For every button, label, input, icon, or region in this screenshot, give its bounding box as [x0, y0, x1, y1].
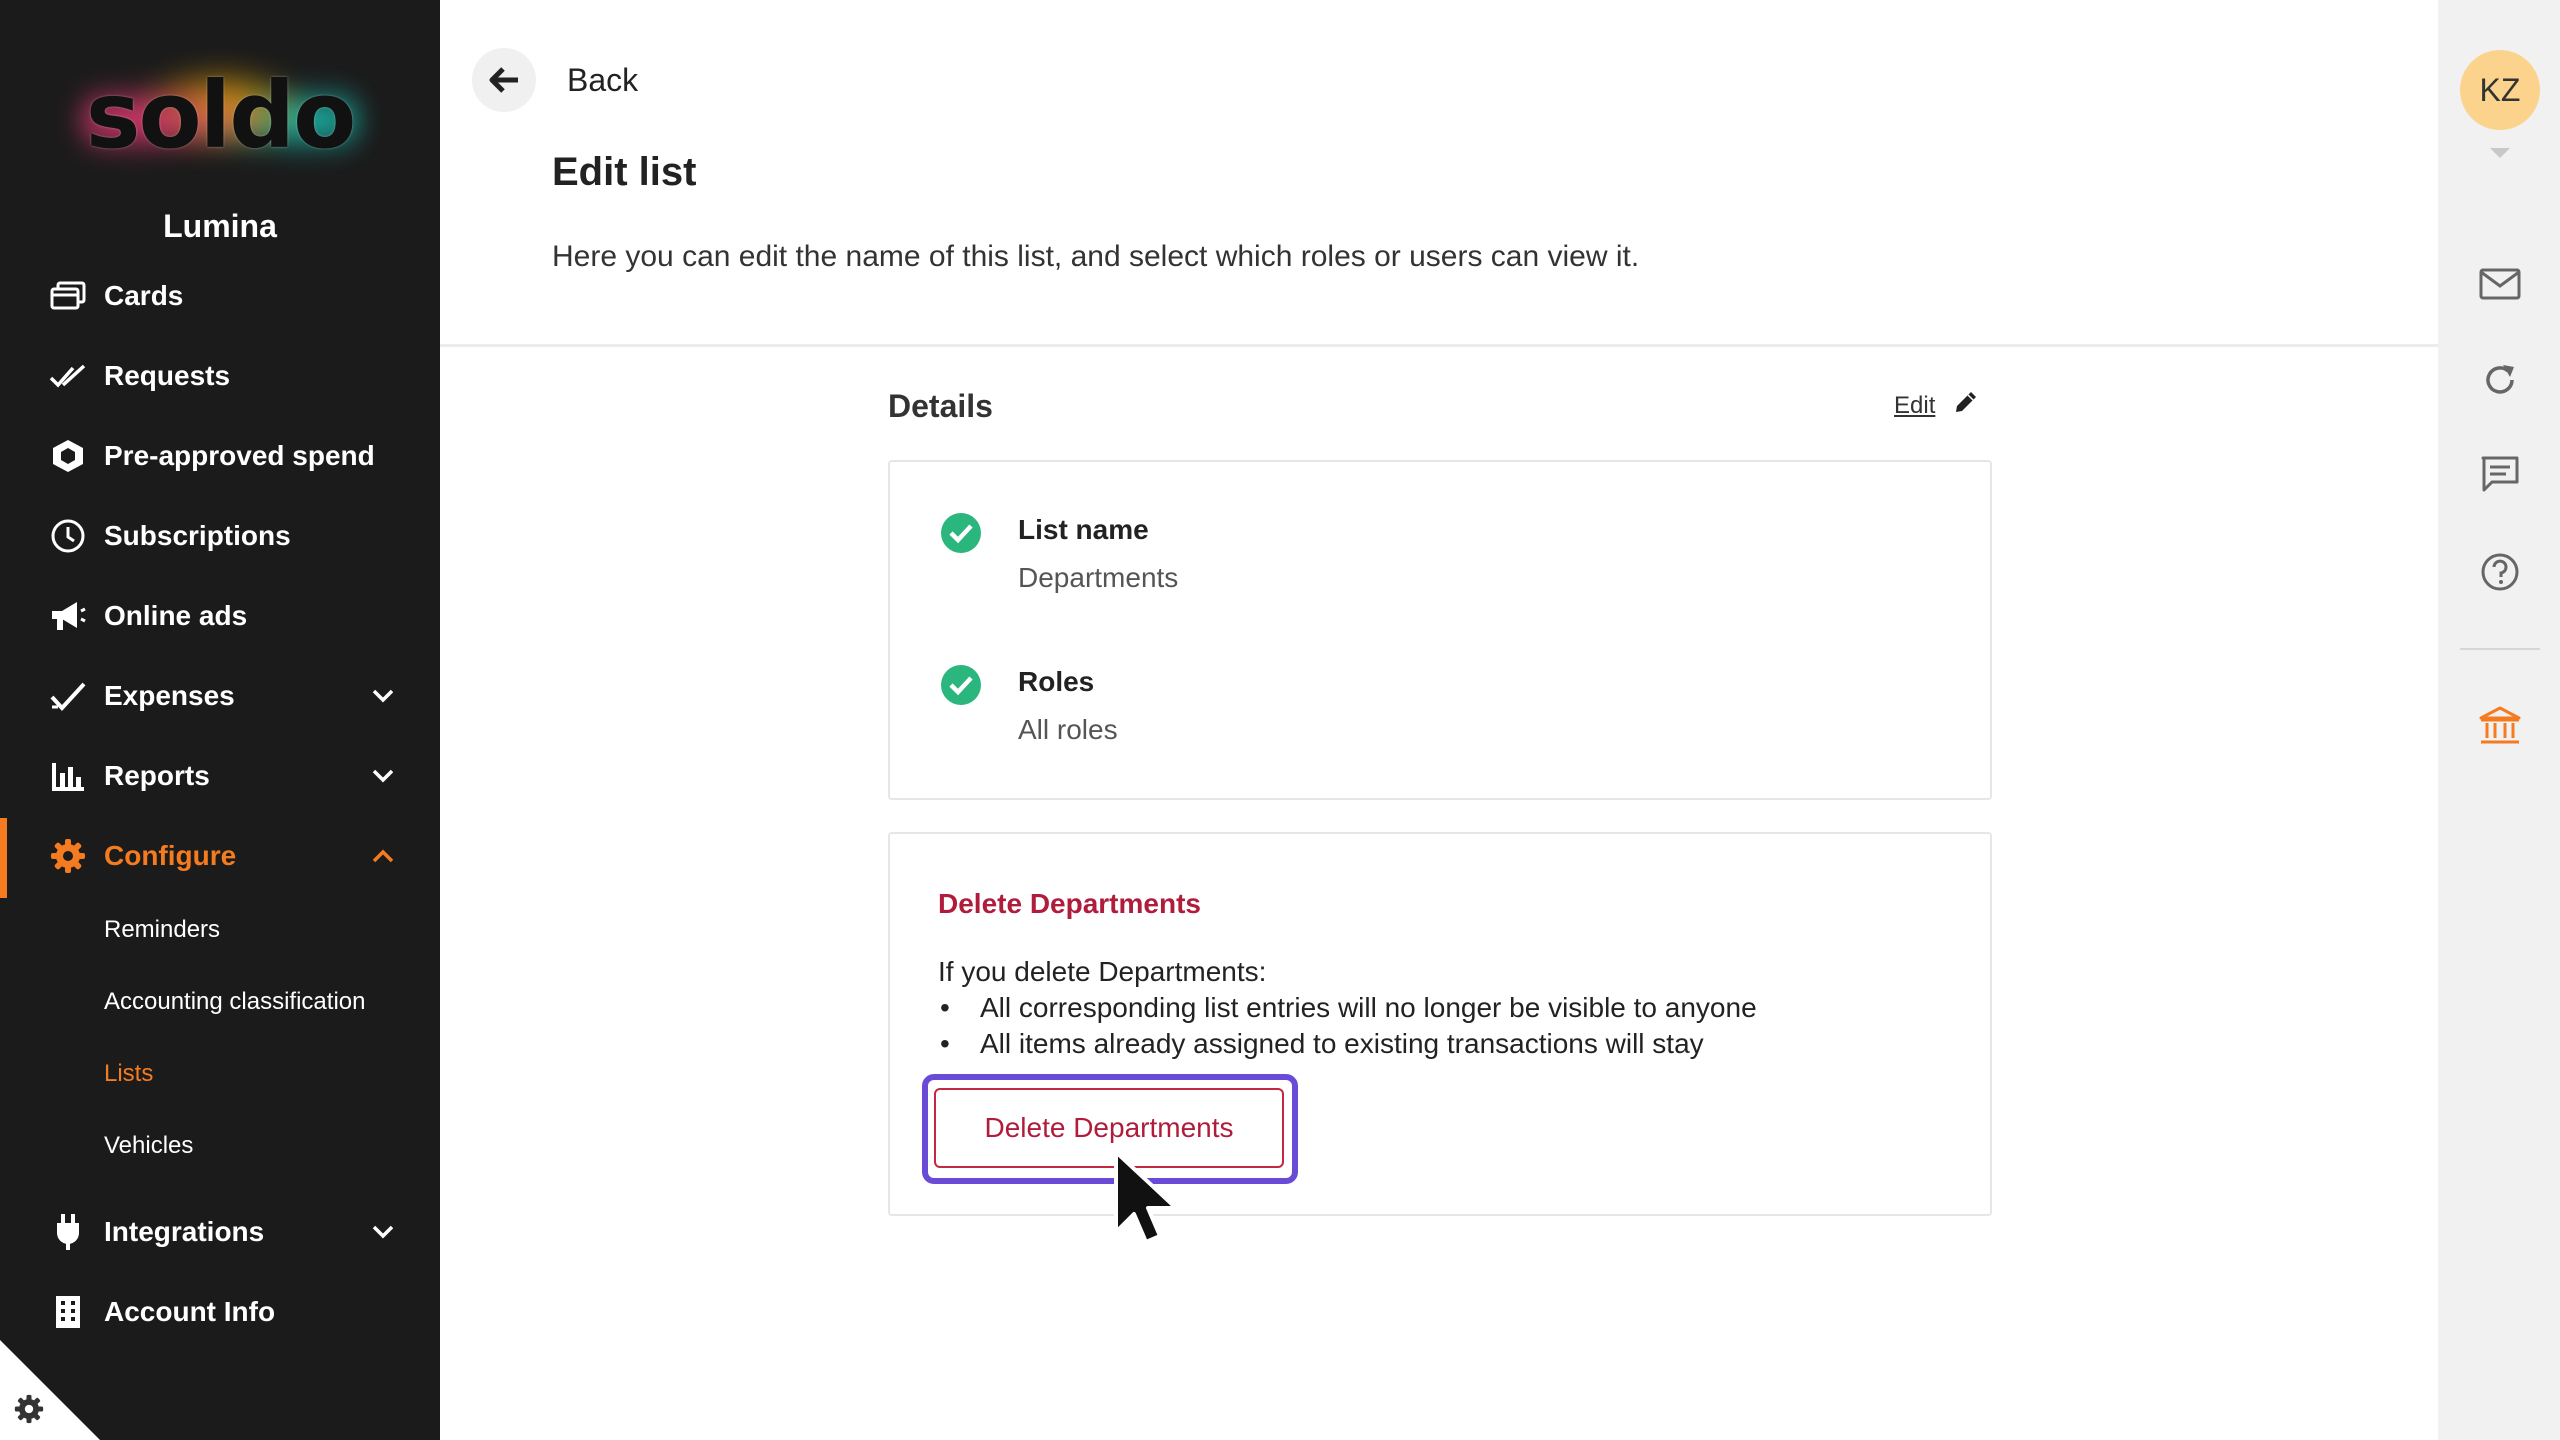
- sidebar-subitem-vehicles[interactable]: Vehicles: [104, 1132, 193, 1160]
- delete-section-title: Delete Departments: [938, 888, 1201, 919]
- sidebar-item-configure[interactable]: Configure: [0, 820, 440, 892]
- pencil-icon[interactable]: [1952, 388, 1982, 418]
- delete-bullet-text: All corresponding list entries will no l…: [980, 992, 1757, 1023]
- bullet-icon: •: [940, 1028, 950, 1059]
- sidebar-item-label: Subscriptions: [104, 520, 291, 551]
- caret-down-icon[interactable]: [2488, 146, 2512, 160]
- sidebar-item-label: Integrations: [104, 1216, 265, 1247]
- rail-divider: [2460, 648, 2540, 650]
- mouse-cursor-icon: [1114, 1150, 1178, 1244]
- roles-label: Roles: [1018, 666, 1095, 697]
- sidebar-item-label: Online ads: [104, 600, 248, 631]
- sidebar-item-integrations[interactable]: Integrations: [0, 1196, 440, 1268]
- bank-icon[interactable]: [2478, 704, 2522, 748]
- sidebar-item-label: Expenses: [104, 680, 235, 711]
- bar-chart-icon: [48, 756, 88, 796]
- delete-bullet-item: • All items already assigned to existing …: [940, 1028, 1704, 1060]
- check-circle-icon: [940, 664, 982, 706]
- sidebar-item-label: Pre-approved spend: [104, 440, 375, 471]
- chevron-down-icon: [368, 681, 398, 711]
- sidebar-item-expenses[interactable]: Expenses: [0, 660, 440, 732]
- delete-intro-text: If you delete Departments:: [938, 956, 1267, 987]
- hexagon-icon: [48, 436, 88, 476]
- sidebar-item-label: Reports: [104, 760, 210, 791]
- chevron-down-icon: [368, 761, 398, 791]
- double-check-icon: [48, 356, 88, 396]
- sidebar-subitem-lists[interactable]: Lists: [104, 1060, 153, 1088]
- plug-icon: [48, 1212, 88, 1252]
- sidebar-item-label: Account Info: [104, 1296, 276, 1327]
- delete-bullet-item: • All corresponding list entries will no …: [940, 992, 1757, 1024]
- delete-bullet-text: All items already assigned to existing t…: [980, 1028, 1704, 1059]
- sidebar-item-requests[interactable]: Requests: [0, 340, 440, 412]
- chevron-down-icon: [368, 1217, 398, 1247]
- cards-icon: [48, 276, 88, 316]
- details-section-title: Details: [888, 388, 993, 424]
- delete-departments-button[interactable]: Delete Departments: [934, 1088, 1284, 1168]
- sidebar-corner: [0, 1340, 100, 1440]
- details-card: [888, 460, 1992, 800]
- sidebar-item-label: Cards: [104, 280, 184, 311]
- clock-icon: [48, 516, 88, 556]
- check-circle-icon: [940, 512, 982, 554]
- edit-details-link[interactable]: Edit: [1894, 392, 1935, 420]
- list-name-value: Departments: [1018, 562, 1179, 593]
- soldo-logo[interactable]: soldo: [60, 40, 380, 200]
- sidebar-subitem-accounting-classification[interactable]: Accounting classification: [104, 988, 365, 1016]
- check-icon: [48, 676, 88, 716]
- refresh-icon[interactable]: [2478, 358, 2522, 402]
- settings-gear-icon[interactable]: [14, 1394, 44, 1424]
- sidebar-item-cards[interactable]: Cards: [0, 260, 440, 332]
- back-button[interactable]: [472, 48, 536, 112]
- help-icon[interactable]: [2478, 550, 2522, 594]
- roles-value: All roles: [1018, 714, 1118, 745]
- megaphone-icon: [48, 596, 88, 636]
- sidebar-item-account-info[interactable]: Account Info: [0, 1276, 440, 1348]
- back-link[interactable]: Back: [567, 62, 638, 99]
- chat-icon[interactable]: [2478, 452, 2522, 496]
- header-divider: [440, 344, 2438, 347]
- sidebar-item-pre-approved-spend[interactable]: Pre-approved spend: [0, 420, 440, 492]
- gear-icon: [48, 836, 88, 876]
- arrow-left-icon: [489, 67, 518, 93]
- sidebar-item-reports[interactable]: Reports: [0, 740, 440, 812]
- list-name-label: List name: [1018, 514, 1149, 545]
- sidebar-item-label: Configure: [104, 840, 237, 871]
- page-title: Edit list: [552, 150, 697, 194]
- organization-name: Lumina: [163, 208, 277, 244]
- page-description: Here you can edit the name of this list,…: [552, 240, 1640, 273]
- sidebar: soldo Lumina Cards Requests Pre-approved…: [0, 0, 440, 1440]
- sidebar-item-label: Requests: [104, 360, 231, 391]
- sidebar-item-subscriptions[interactable]: Subscriptions: [0, 500, 440, 572]
- user-avatar[interactable]: KZ: [2460, 50, 2540, 130]
- chevron-up-icon: [368, 841, 398, 871]
- mail-icon[interactable]: [2478, 262, 2522, 306]
- sidebar-subitem-reminders[interactable]: Reminders: [104, 916, 220, 944]
- sidebar-item-online-ads[interactable]: Online ads: [0, 580, 440, 652]
- bullet-icon: •: [940, 992, 950, 1023]
- logo-text: soldo: [85, 62, 357, 169]
- building-icon: [48, 1292, 88, 1332]
